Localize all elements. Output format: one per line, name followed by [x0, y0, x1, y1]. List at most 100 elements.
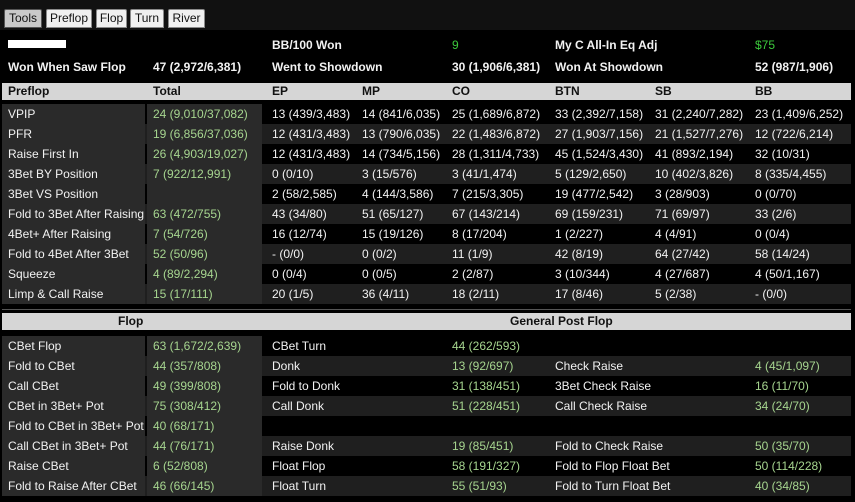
stat-value: 3 (10/344) [555, 267, 610, 281]
stat-value: 22 (1,483/6,872) [452, 127, 541, 141]
stat-value: 75 (308/412) [153, 399, 222, 413]
tab-turn[interactable]: Turn [130, 9, 164, 28]
stat-value: 44 (357/808) [153, 359, 222, 373]
stat-label: Fold to Donk [272, 379, 341, 393]
stat-label: 3Bet Check Raise [555, 379, 652, 393]
stat-value: 0 (0/70) [755, 187, 797, 201]
stat-value: 2 (2/87) [452, 267, 494, 281]
stat-value: 31 (2,240/7,282) [655, 107, 744, 121]
stat-label: VPIP [8, 107, 36, 121]
stat-value: 24 (9,010/37,082) [153, 107, 248, 121]
stat-value: 13 (92/697) [452, 359, 514, 373]
stat-value: 10 (402/3,826) [655, 167, 734, 181]
stat-value: 21 (1,527/7,276) [655, 127, 744, 141]
stat-value: 27 (1,903/7,156) [555, 127, 644, 141]
stat-label: Fold to CBet [8, 359, 75, 373]
stat-value: 0 (0/10) [272, 167, 314, 181]
stat-label: Squeeze [8, 267, 56, 281]
stat-label: CBet Flop [8, 339, 62, 353]
stat-label: CBet Turn [272, 339, 327, 353]
stat-value: 13 (439/3,483) [272, 107, 351, 121]
stat-value: 44 (76/171) [153, 439, 215, 453]
stat-label: 3Bet VS Position [8, 187, 99, 201]
stat-value: 64 (27/42) [655, 247, 710, 261]
stat-value: 17 (8/46) [555, 287, 604, 301]
stat-value: 5 (129/2,650) [555, 167, 627, 181]
stat-value: 43 (34/80) [272, 207, 327, 221]
stat-value: 13 (790/6,035) [362, 127, 441, 141]
stat-value: 4 (89/2,294) [153, 267, 218, 281]
tab-flop[interactable]: Flop [96, 9, 127, 28]
stat-value: 15 (19/126) [362, 227, 424, 241]
bb100-value: 9 [452, 38, 459, 52]
stat-value: 33 (2,392/7,158) [555, 107, 644, 121]
stat-value: 50 (114/228) [755, 459, 823, 473]
stat-value: 16 (12/74) [272, 227, 327, 241]
stat-label: Raise First In [8, 147, 79, 161]
wtsd-value: 30 (1,906/6,381) [452, 60, 541, 74]
stat-label: Raise CBet [8, 459, 69, 473]
stat-label: Check Raise [555, 359, 624, 373]
stat-value: 40 (68/171) [153, 419, 215, 433]
stat-label: Fold to Flop Float Bet [555, 459, 670, 473]
stat-value: 15 (17/111) [153, 287, 213, 301]
stat-label: PFR [8, 127, 32, 141]
co-header: CO [452, 84, 470, 98]
stat-value: 14 (841/6,035) [362, 107, 441, 121]
stat-value: 1 (2/227) [555, 227, 604, 241]
tab-bar: Tools Preflop Flop Turn River [0, 0, 855, 30]
stat-label: Raise Donk [272, 439, 335, 453]
stat-value: 0 (0/4) [755, 227, 790, 241]
stat-value: 49 (399/808) [153, 379, 222, 393]
stat-label: Call CBet in 3Bet+ Pot [8, 439, 128, 453]
stat-value: 40 (34/85) [755, 479, 810, 493]
stat-value: 34 (24/70) [755, 399, 810, 413]
stat-value: 58 (14/24) [755, 247, 810, 261]
stat-label: 3Bet BY Position [8, 167, 98, 181]
tab-tools[interactable]: Tools [4, 9, 42, 28]
stat-value: 58 (191/327) [452, 459, 521, 473]
stat-value: 3 (41/1,474) [452, 167, 517, 181]
bb100-label: BB/100 Won [272, 38, 342, 52]
total-header: Total [153, 84, 181, 98]
stat-value: 41 (893/2,194) [655, 147, 734, 161]
stat-value: 4 (50/1,167) [755, 267, 820, 281]
stat-label: Float Turn [272, 479, 327, 493]
stat-value: 25 (1,689/6,872) [452, 107, 541, 121]
mp-header: MP [362, 84, 380, 98]
stat-value: 3 (15/576) [362, 167, 417, 181]
stat-value: 28 (1,311/4,733) [452, 147, 540, 161]
stat-value: 42 (8/19) [555, 247, 604, 261]
wtsd-label: Went to Showdown [272, 60, 383, 74]
stat-value: 8 (335/4,455) [755, 167, 827, 181]
stat-value: 12 (431/3,483) [272, 147, 351, 161]
stat-value: 5 (2/38) [655, 287, 697, 301]
preflop-header-bar: Preflop Total EP MP CO BTN SB BB [2, 83, 851, 100]
stat-value: 44 (262/593) [452, 339, 521, 353]
stat-value: 26 (4,903/19,027) [153, 147, 248, 161]
total-cell-bg [147, 184, 262, 204]
ep-header: EP [272, 84, 289, 98]
btn-header: BTN [555, 84, 580, 98]
stat-value: 45 (1,524/3,430) [555, 147, 644, 161]
stat-value: 19 (85/451) [452, 439, 514, 453]
stat-value: 18 (2/11) [452, 287, 500, 301]
stat-label: Fold to 4Bet After 3Bet [8, 247, 129, 261]
stat-label: CBet in 3Bet+ Pot [8, 399, 104, 413]
sb-header: SB [655, 84, 672, 98]
stat-value: 7 (54/726) [153, 227, 208, 241]
stat-value: 32 (10/31) [755, 147, 810, 161]
flop-header: Flop [118, 314, 144, 328]
stat-value: 3 (28/903) [655, 187, 710, 201]
stat-value: 4 (144/3,586) [362, 187, 434, 201]
stat-value: 51 (65/127) [362, 207, 424, 221]
stat-value: - (0/0) [755, 287, 788, 301]
stat-label: Call Check Raise [555, 399, 648, 413]
postflop-header-bar: Flop General Post Flop [2, 313, 851, 330]
stat-value: 12 (722/6,214) [755, 127, 834, 141]
stat-value: 46 (66/145) [153, 479, 215, 493]
stat-value: 6 (52/808) [153, 459, 208, 473]
tab-preflop[interactable]: Preflop [46, 9, 92, 28]
stat-value: 71 (69/97) [655, 207, 710, 221]
tab-river[interactable]: River [168, 9, 205, 28]
